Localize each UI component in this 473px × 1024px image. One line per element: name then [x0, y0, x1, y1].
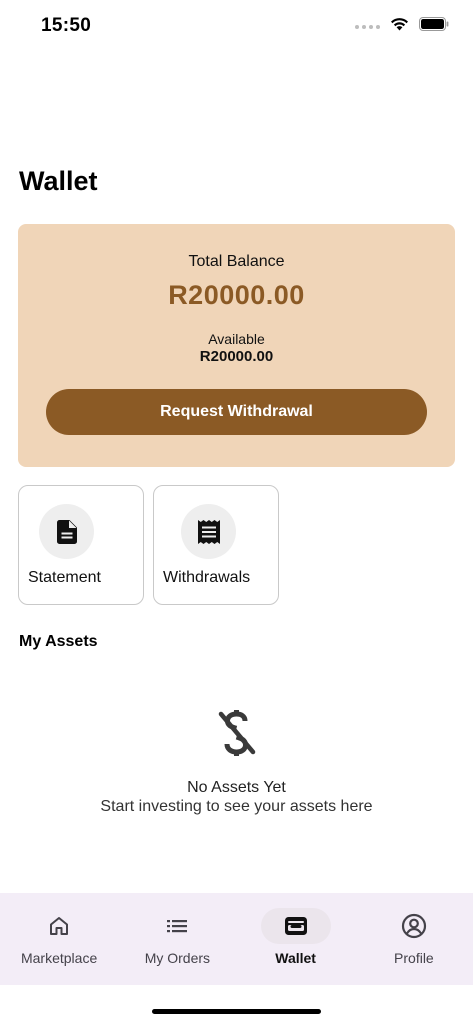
nav-label-my-orders: My Orders — [144, 950, 211, 966]
profile-icon — [401, 913, 426, 939]
nav-label-marketplace: Marketplace — [20, 950, 98, 966]
nav-label-profile: Profile — [394, 950, 434, 966]
nav-item-my-orders[interactable]: My Orders — [118, 893, 236, 985]
withdrawals-icon-circle — [181, 504, 236, 559]
home-indicator[interactable] — [152, 1009, 321, 1014]
withdrawals-label: Withdrawals — [163, 569, 251, 586]
my-assets-title: My Assets — [19, 633, 98, 650]
list-icon — [167, 920, 188, 933]
balance-card: Total Balance R20000.00 Available R20000… — [18, 224, 455, 467]
nav-item-profile[interactable]: Profile — [355, 893, 473, 985]
receipt-icon — [197, 519, 220, 544]
statement-icon-circle — [39, 504, 94, 559]
nav-label-wallet: Wallet — [275, 950, 316, 966]
nav-icon-pill-active — [260, 908, 331, 944]
withdrawals-tile[interactable]: Withdrawals — [153, 485, 279, 605]
bottom-safe-area — [0, 985, 473, 1024]
nav-item-marketplace[interactable]: Marketplace — [0, 893, 118, 985]
total-balance-amount: R20000.00 — [168, 280, 305, 310]
no-money-icon — [218, 710, 256, 756]
nav-icon-pill — [379, 908, 449, 944]
page-title: Wallet — [19, 166, 98, 196]
statement-tile[interactable]: Statement — [18, 485, 144, 605]
nav-icon-pill — [24, 908, 94, 944]
status-time: 15:50 — [41, 15, 92, 36]
signal-dots-icon — [355, 24, 380, 29]
wallet-icon — [284, 917, 307, 935]
bottom-nav: Marketplace My Orders Wallet Profile — [0, 893, 473, 985]
status-bar: 15:50 — [0, 0, 473, 52]
empty-state-subtitle: Start investing to see your assets here — [100, 798, 373, 815]
available-label: Available — [208, 331, 265, 347]
total-balance-label: Total Balance — [188, 253, 285, 270]
home-icon — [50, 917, 69, 935]
wifi-icon — [391, 18, 408, 31]
available-amount: R20000.00 — [199, 348, 274, 365]
statement-label: Statement — [28, 569, 101, 586]
request-withdrawal-button[interactable]: Request Withdrawal — [46, 389, 427, 435]
nav-item-wallet[interactable]: Wallet — [237, 893, 355, 985]
status-icons — [355, 16, 449, 31]
nav-icon-pill — [142, 908, 212, 944]
battery-icon — [419, 16, 449, 31]
document-icon — [56, 519, 77, 544]
empty-state-title: No Assets Yet — [187, 779, 286, 796]
